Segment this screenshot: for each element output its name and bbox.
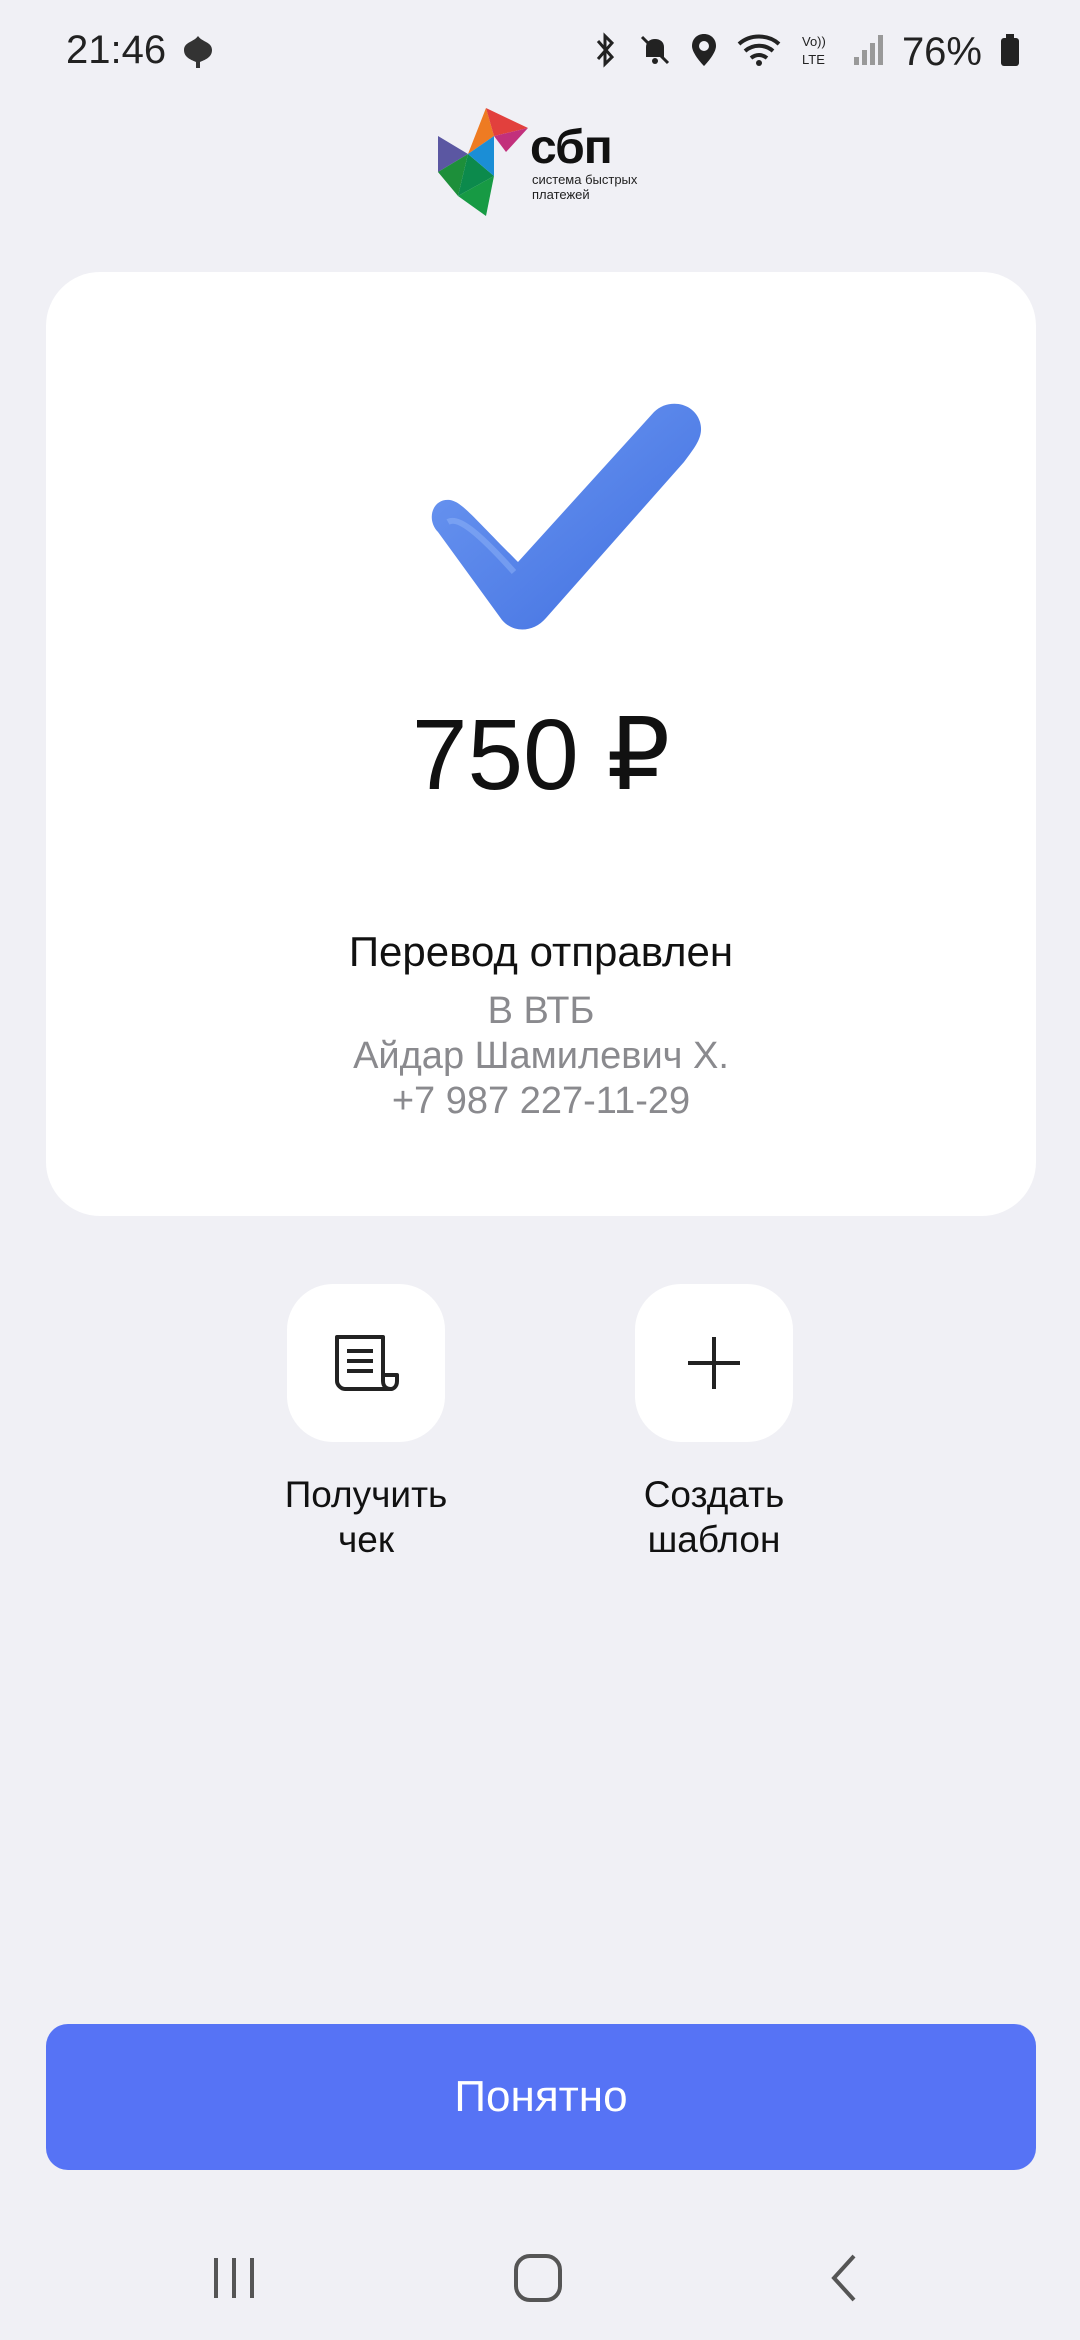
sbp-logo: сбп система быстрых платежей [438,106,648,216]
get-receipt-button[interactable] [287,1284,445,1442]
ok-button[interactable]: Понятно [46,2024,1036,2170]
battery-percent: 76% [901,29,982,74]
create-template-label-line1: Создать [643,1474,785,1515]
recipient-phone: +7 987 227-11-29 [391,1080,691,1122]
leaf-icon [178,32,218,77]
get-receipt-label-line2: чек [337,1519,395,1560]
recipient-name: Айдар Шамилевич Х. [353,1035,729,1077]
wifi-icon [736,32,782,73]
success-check-icon [431,403,702,630]
home-icon[interactable] [512,2250,568,2311]
get-receipt-action[interactable]: Получить чек [256,1284,476,1562]
get-receipt-label: Получить чек [256,1472,476,1562]
svg-text:LTE: LTE [802,52,825,67]
battery-icon [1000,33,1020,72]
system-nav-bar [0,2220,1080,2340]
logo-subtitle: система быстрых платежей [532,172,652,202]
create-template-label: Создать шаблон [604,1472,824,1562]
receipt-icon [335,1335,399,1391]
logo-title: сбп [530,121,613,174]
payment-result-card: 750 ₽ Перевод отправлен В ВТБ Айдар Шами… [46,272,1036,1216]
payment-amount: 750 ₽ [411,699,671,811]
status-time: 21:46 [66,28,167,72]
plus-icon [688,1337,740,1389]
logo-subtitle-line1: система быстрых [532,172,638,187]
volte-icon: Vo)) LTE [800,32,834,73]
status-icons: Vo)) LTE 76% [592,30,1020,74]
bluetooth-icon [592,31,620,73]
get-receipt-label-line1: Получить [284,1474,448,1515]
location-icon [690,32,718,73]
recipient-bank: В ВТБ [487,990,595,1032]
sbp-logo-mark [438,108,528,216]
signal-icon [852,33,884,72]
mute-icon [638,33,672,72]
status-bar: 21:46 Vo)) LTE 76% [0,0,1080,100]
recent-apps-icon[interactable] [210,2250,260,2311]
create-template-action[interactable]: Создать шаблон [604,1284,824,1562]
svg-text:Vo)): Vo)) [802,34,826,49]
logo-subtitle-line2: платежей [532,187,590,202]
create-template-label-line2: шаблон [647,1519,781,1560]
payment-status-title: Перевод отправлен [348,928,734,975]
back-icon[interactable] [824,2250,864,2311]
create-template-button[interactable] [635,1284,793,1442]
